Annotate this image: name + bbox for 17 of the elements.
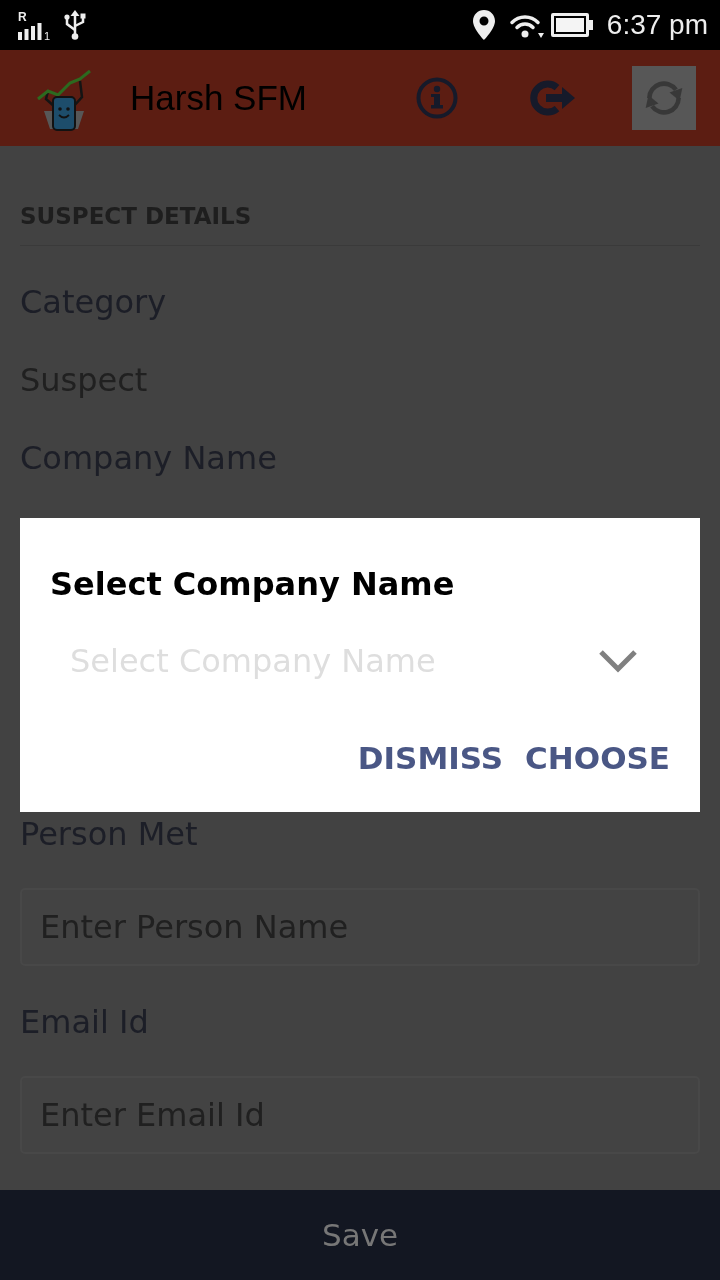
refresh-button[interactable] bbox=[632, 66, 696, 130]
location-pin-icon bbox=[472, 10, 495, 40]
usb-icon bbox=[62, 10, 89, 40]
chevron-down-icon bbox=[598, 649, 638, 673]
signal-bars-icon bbox=[18, 22, 42, 40]
sim-number: 1 bbox=[44, 30, 51, 42]
dismiss-button[interactable]: DISMISS bbox=[357, 733, 504, 783]
roaming-indicator: R bbox=[18, 10, 27, 23]
phone-mascot-icon bbox=[36, 69, 92, 131]
app-title: Harsh SFM bbox=[130, 77, 307, 119]
logout-icon[interactable] bbox=[528, 78, 576, 118]
info-icon[interactable] bbox=[416, 77, 458, 119]
battery-icon bbox=[550, 13, 593, 37]
dialog-title: Select Company Name bbox=[50, 564, 455, 604]
clock-time: 6:37 pm bbox=[606, 8, 708, 42]
save-button[interactable]: Save bbox=[0, 1190, 720, 1280]
choose-button[interactable]: CHOOSE bbox=[525, 733, 670, 783]
